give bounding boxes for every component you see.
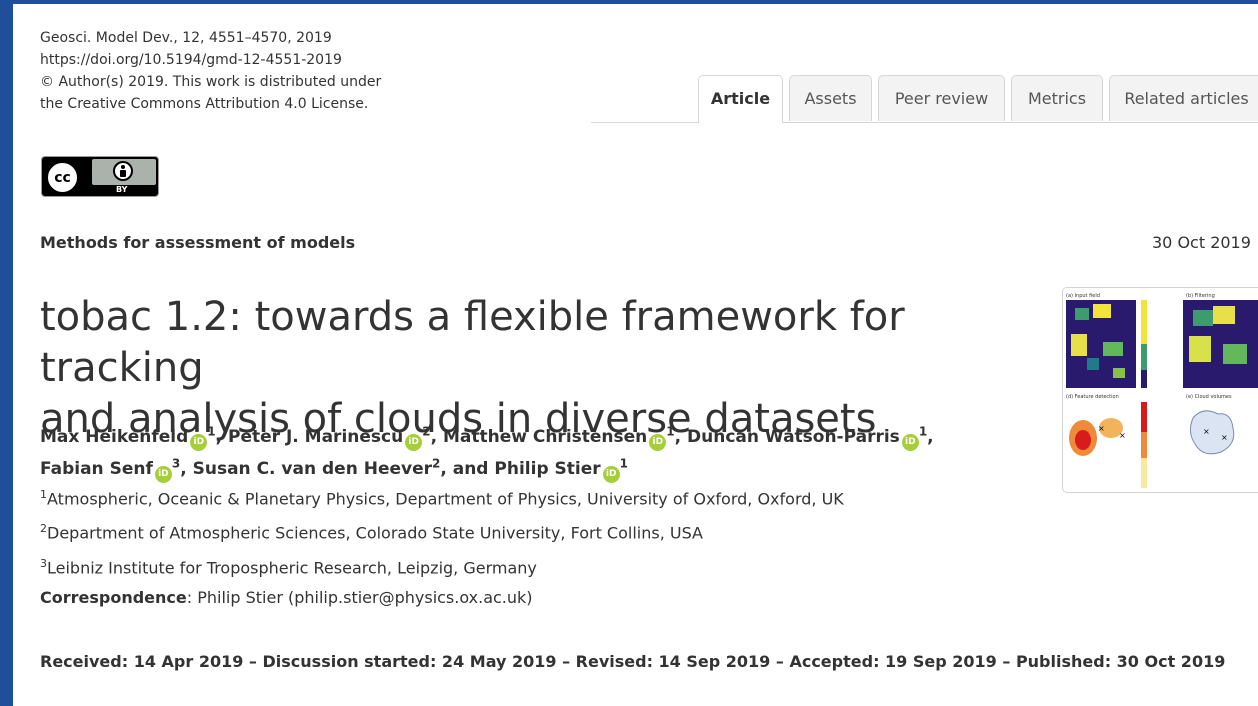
orcid-icon[interactable]: iD [901, 433, 919, 451]
svg-text:×: × [1119, 431, 1126, 440]
tab-article[interactable]: Article [698, 75, 783, 123]
tab-peer-review[interactable]: Peer review [878, 75, 1005, 121]
attribution-person-icon [113, 161, 133, 181]
cc-by-license-badge[interactable]: cc BY [41, 156, 159, 197]
author-name[interactable]: Duncan Watson-Parris [687, 427, 900, 447]
correspondence: Correspondence: Philip Stier (philip.sti… [40, 588, 533, 607]
author-affiliation-number: 2 [422, 424, 431, 438]
publication-date: 30 Oct 2019 [1152, 233, 1251, 252]
author-affiliation-number: 1 [619, 456, 629, 471]
author-affiliation-number: 1 [918, 424, 928, 438]
thumb-panel-b-label: (b) Filtering [1186, 293, 1215, 299]
thumb-panel-a-label: (a) Input field [1066, 293, 1100, 299]
tab-metrics[interactable]: Metrics [1011, 75, 1103, 121]
affiliation-number: 1 [40, 488, 47, 501]
author-name[interactable]: Peter J. Marinescu [228, 427, 403, 447]
thumb-panel-e-label: (e) Cloud volumes [1186, 394, 1232, 400]
page-frame-top [0, 0, 1258, 4]
article-section-label: Methods for assessment of models [40, 233, 356, 252]
graphical-abstract-thumbnail[interactable]: (a) Input field (b) Filtering (d) Featur… [1062, 287, 1258, 493]
correspondence-label: Correspondence [40, 588, 187, 607]
svg-text:×: × [1098, 424, 1105, 433]
tab-related-articles[interactable]: Related articles [1109, 75, 1258, 121]
citation-doi-link[interactable]: https://doi.org/10.5194/gmd-12-4551-2019 [40, 49, 381, 71]
affiliation-number: 2 [40, 522, 47, 536]
page-frame-left [0, 0, 13, 706]
orcid-icon[interactable]: iD [405, 433, 423, 451]
tabs-baseline [591, 122, 1258, 123]
citation-copyright: © Author(s) 2019. This work is distribut… [40, 74, 382, 90]
author-name[interactable]: Max Heikenfeld [40, 427, 188, 447]
article-title-line-1: tobac 1.2: towards a flexible framework … [40, 294, 905, 391]
author-affiliation-number: 3 [171, 456, 181, 471]
author-affiliation-number: 1 [207, 424, 216, 438]
author-affiliation-number: 2 [432, 456, 441, 471]
citation-journal: Geosci. Model Dev., 12, 4551–4570, 2019 [40, 30, 332, 46]
citation-license: the Creative Commons Attribution 4.0 Lic… [40, 96, 369, 112]
affiliation-text: Department of Atmospheric Sciences, Colo… [47, 523, 703, 543]
svg-text:×: × [1203, 427, 1210, 436]
affiliation-text: Atmospheric, Oceanic & Planetary Physics… [47, 489, 844, 509]
citation-block: Geosci. Model Dev., 12, 4551–4570, 2019 … [40, 27, 381, 115]
author-affiliation-number: 1 [666, 424, 675, 438]
affiliation-1: 1Atmospheric, Oceanic & Planetary Physic… [40, 480, 844, 514]
by-label: BY [116, 185, 128, 194]
affiliation-list: 1Atmospheric, Oceanic & Planetary Physic… [40, 480, 844, 583]
affiliation-2: 2Department of Atmospheric Sciences, Col… [40, 514, 844, 548]
cc-logo-icon: cc [45, 160, 80, 195]
article-history-dates: Received: 14 Apr 2019 – Discussion start… [40, 652, 1226, 671]
affiliation-number: 3 [40, 556, 47, 570]
orcid-icon[interactable]: iD [649, 433, 667, 451]
thumbnail-figure: (a) Input field (b) Filtering (d) Featur… [1066, 293, 1258, 488]
affiliation-text: Leibniz Institute for Tropospheric Resea… [47, 557, 537, 577]
author-name[interactable]: Philip Stier [494, 459, 600, 479]
author-name[interactable]: Susan C. van den Heever [193, 459, 432, 479]
orcid-icon[interactable]: iD [190, 433, 208, 451]
tab-assets[interactable]: Assets [789, 75, 872, 121]
svg-text:×: × [1221, 433, 1228, 442]
author-name[interactable]: Fabian Senf [40, 459, 153, 479]
correspondence-contact[interactable]: : Philip Stier (philip.stier@physics.ox.… [187, 588, 533, 607]
author-list: Max Heikenfeld iD1, Peter J. Marinescu iD2… [40, 418, 1040, 484]
affiliation-3: 3Leibniz Institute for Tropospheric Rese… [40, 549, 844, 583]
thumb-panel-d-label: (d) Feature detection [1066, 394, 1119, 400]
author-name[interactable]: Matthew Christensen [443, 427, 647, 447]
